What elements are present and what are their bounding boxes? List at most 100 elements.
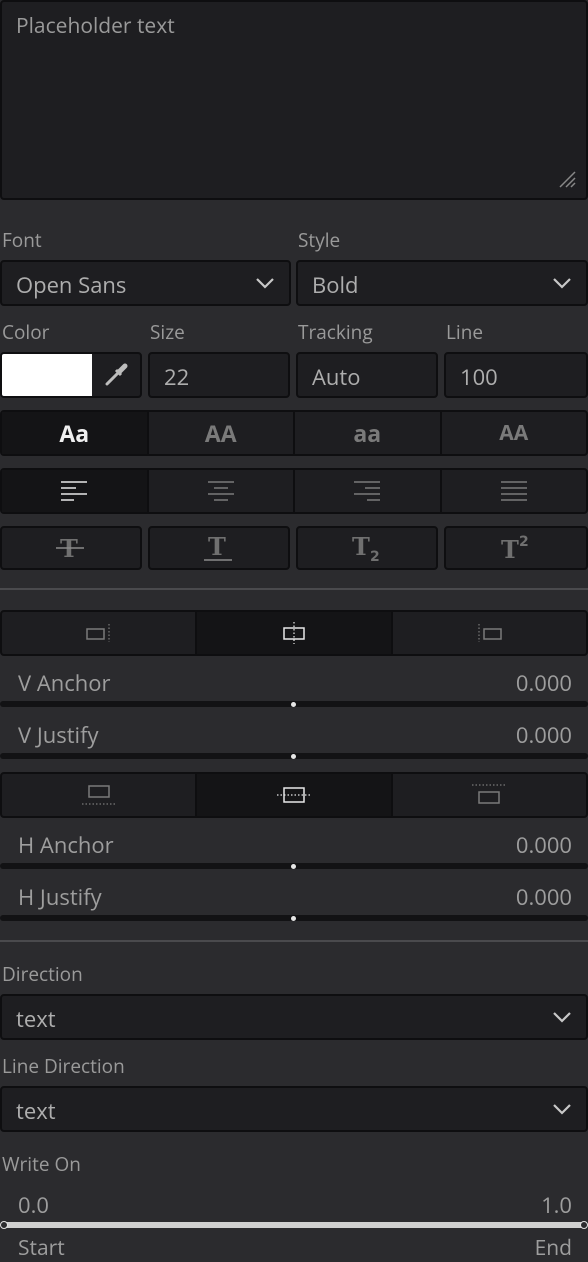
- anchor-center-icon: [283, 622, 305, 644]
- write-on-range-slider[interactable]: 0.0 1.0 Start End: [0, 1190, 588, 1262]
- tracking-label: Tracking: [298, 319, 373, 345]
- tracking-input[interactable]: Auto: [296, 352, 438, 398]
- v-anchor-value[interactable]: 0.000: [516, 668, 572, 698]
- align-justify-icon: [500, 481, 527, 501]
- section-divider: [0, 940, 588, 942]
- h-justify-slider[interactable]: H Justify 0.000: [0, 882, 588, 924]
- direction-value: text: [16, 1004, 56, 1034]
- strikethrough-button[interactable]: T: [0, 526, 142, 570]
- anchor-center-button[interactable]: [197, 612, 393, 654]
- write-on-label: Write On: [2, 1151, 81, 1177]
- line-direction-label: Line Direction: [2, 1053, 125, 1079]
- svg-text:T: T: [501, 535, 519, 562]
- subscript-icon: T2: [352, 534, 380, 562]
- font-label: Font: [2, 227, 42, 253]
- case-upper-label: AA: [204, 417, 237, 449]
- font-dropdown[interactable]: Open Sans: [0, 260, 291, 306]
- style-label: Style: [298, 227, 341, 253]
- horizontal-anchor-segmented-control: [0, 772, 588, 818]
- eyedropper-button[interactable]: [92, 354, 140, 396]
- case-lower-label: aa: [353, 417, 382, 449]
- direction-label: Direction: [2, 961, 83, 987]
- v-justify-thumb[interactable]: [291, 754, 296, 759]
- svg-text:2: 2: [370, 549, 380, 562]
- underline-icon: T: [204, 534, 232, 561]
- case-normal-label: Aa: [59, 417, 90, 449]
- line-input[interactable]: 100: [444, 352, 588, 398]
- chevron-down-icon: [256, 278, 274, 289]
- write-on-end-handle[interactable]: [580, 1221, 588, 1229]
- h-anchor-slider[interactable]: H Anchor 0.000: [0, 830, 588, 872]
- style-dropdown[interactable]: Bold: [296, 260, 588, 306]
- write-on-start-value[interactable]: 0.0: [18, 1190, 49, 1220]
- h-justify-thumb[interactable]: [291, 916, 296, 921]
- color-picker: [0, 352, 142, 398]
- align-left-button[interactable]: [2, 470, 149, 512]
- anchor-top-icon: [472, 784, 507, 804]
- align-justify-button[interactable]: [442, 470, 587, 512]
- v-justify-value[interactable]: 0.000: [516, 720, 572, 750]
- chevron-down-icon: [553, 1104, 571, 1115]
- anchor-bottom-icon: [81, 785, 116, 805]
- anchor-top-button[interactable]: [393, 774, 586, 816]
- v-justify-label: V Justify: [18, 720, 99, 750]
- case-lower-button[interactable]: aa: [295, 412, 442, 454]
- alignment-segmented-control: [0, 468, 588, 514]
- h-anchor-thumb[interactable]: [291, 864, 296, 869]
- color-swatch[interactable]: [2, 354, 92, 396]
- resize-grip-icon[interactable]: [558, 170, 576, 188]
- direction-dropdown[interactable]: text: [0, 994, 588, 1040]
- text-placeholder: Placeholder text: [16, 12, 175, 40]
- align-left-icon: [61, 481, 88, 501]
- align-center-button[interactable]: [149, 470, 295, 512]
- color-label: Color: [2, 319, 50, 345]
- anchor-right-button[interactable]: [393, 612, 586, 654]
- case-upper-button[interactable]: AA: [149, 412, 295, 454]
- section-divider: [0, 588, 588, 590]
- size-value: 22: [164, 362, 190, 392]
- anchor-middle-button[interactable]: [197, 774, 393, 816]
- anchor-left-icon: [85, 624, 110, 642]
- h-justify-value[interactable]: 0.000: [516, 882, 572, 912]
- anchor-right-icon: [478, 624, 503, 642]
- svg-text:T: T: [208, 534, 226, 561]
- chevron-down-icon: [553, 1012, 571, 1023]
- h-anchor-label: H Anchor: [18, 830, 114, 860]
- case-smallcaps-label: AA: [499, 419, 529, 447]
- superscript-button[interactable]: T2: [444, 526, 588, 570]
- line-direction-dropdown[interactable]: text: [0, 1086, 588, 1132]
- align-right-button[interactable]: [295, 470, 442, 512]
- align-center-icon: [207, 481, 234, 501]
- h-justify-label: H Justify: [18, 882, 102, 912]
- vertical-anchor-segmented-control: [0, 610, 588, 656]
- underline-button[interactable]: T: [148, 526, 290, 570]
- v-anchor-label: V Anchor: [18, 668, 111, 698]
- h-anchor-value[interactable]: 0.000: [516, 830, 572, 860]
- text-input-area[interactable]: Placeholder text: [0, 0, 588, 200]
- size-input[interactable]: 22: [148, 352, 290, 398]
- svg-text:T: T: [352, 534, 370, 561]
- font-value: Open Sans: [16, 270, 127, 300]
- v-justify-slider[interactable]: V Justify 0.000: [0, 720, 588, 762]
- style-value: Bold: [312, 270, 359, 300]
- line-direction-value: text: [16, 1096, 56, 1126]
- strikethrough-icon: T: [56, 535, 84, 561]
- size-label: Size: [150, 319, 185, 345]
- chevron-down-icon: [553, 278, 571, 289]
- svg-text:2: 2: [519, 534, 529, 550]
- subscript-button[interactable]: T2: [296, 526, 438, 570]
- superscript-icon: T2: [501, 534, 529, 562]
- case-normal-button[interactable]: Aa: [2, 412, 149, 454]
- write-on-range-track[interactable]: [2, 1222, 586, 1228]
- anchor-left-button[interactable]: [2, 612, 198, 654]
- write-on-start-handle[interactable]: [0, 1221, 8, 1229]
- case-smallcaps-button[interactable]: AA: [442, 412, 587, 454]
- write-on-end-value[interactable]: 1.0: [541, 1190, 572, 1220]
- anchor-middle-icon: [276, 787, 311, 803]
- tracking-value: Auto: [312, 362, 361, 392]
- v-anchor-thumb[interactable]: [291, 702, 296, 707]
- case-segmented-control: Aa AA aa AA: [0, 410, 588, 456]
- v-anchor-slider[interactable]: V Anchor 0.000: [0, 668, 588, 710]
- anchor-bottom-button[interactable]: [2, 774, 198, 816]
- eyedropper-icon: [105, 363, 128, 386]
